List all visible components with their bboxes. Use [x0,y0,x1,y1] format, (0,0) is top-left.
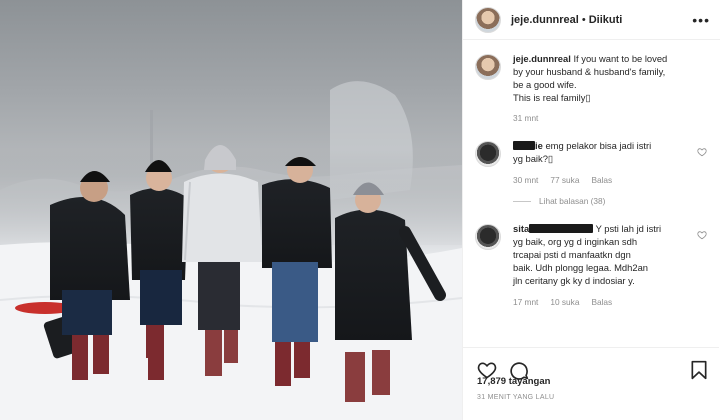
reply-button[interactable]: Balas [591,174,612,187]
reply-button[interactable]: Balas [591,296,612,309]
caption-line: be a good wife. [513,79,577,90]
comment-text: trcapai psti d manfaatkn dgn [513,249,631,260]
comment-text: emg pelakor bisa jadi istri [545,140,652,151]
caption-line: This is real family▯ [513,92,591,103]
comment-likes[interactable]: 10 suka [550,296,579,309]
post-timestamp[interactable]: 31 MENIT YANG LALU [477,394,554,401]
comment-username[interactable]: ie [513,140,543,151]
heart-icon[interactable] [697,230,707,240]
caption-line: by your husband & husband's family, [513,66,666,77]
comment-time[interactable]: 30 mnt [513,174,538,187]
avatar[interactable] [475,54,501,80]
avatar[interactable] [475,141,501,167]
separator-dot: • [581,13,586,26]
redaction-bar [513,141,535,150]
comment-text: jln ceritany gk ky d indosiar y. [513,275,635,286]
comment-username[interactable]: sita [513,223,594,234]
avatar[interactable] [475,6,501,33]
comment-likes[interactable]: 77 suka [550,174,579,187]
list-item: ie emg pelakor bisa jadi istri yg baik?▯… [463,139,719,208]
action-bar [463,347,719,380]
heart-icon[interactable] [697,147,707,157]
avatar[interactable] [475,224,501,250]
comment-text: yg baik?▯ [513,153,554,164]
comment-text: yg baik, org yg d inginkan sdh [513,236,638,247]
view-replies-button[interactable]: Lihat balasan (38) [513,195,709,208]
view-replies-label: Lihat balasan (38) [539,196,606,206]
snow-photo [0,81,462,420]
comments-list[interactable]: jeje.dunnreal If you want to be loved by… [463,52,719,342]
bookmark-icon[interactable] [689,360,709,380]
redaction-bar [529,224,594,233]
caption-username[interactable]: jeje.dunnreal [513,53,571,64]
caption-time[interactable]: 31 mnt [513,112,538,125]
post-header: jeje.dunnreal • Diikuti ••• [463,0,720,40]
post-side-panel: jeje.dunnreal • Diikuti ••• jeje.dunnrea… [462,0,720,420]
view-count[interactable]: 17,879 tayangan [477,376,550,387]
follow-status-button[interactable]: Diikuti [589,14,623,26]
divider [513,201,531,202]
comment-text: Y psti lah jd istri [595,223,662,234]
comment-time[interactable]: 17 mnt [513,296,538,309]
post-media[interactable] [0,0,462,420]
ellipsis-icon[interactable]: ••• [692,12,710,28]
list-item: sita Y psti lah jd istri yg baik, org yg… [463,222,719,309]
comment-text: baik. Udh plongg legaa. Mdh2an [513,262,648,273]
caption: jeje.dunnreal If you want to be loved by… [463,52,719,125]
caption-line: If you want to be loved [573,53,668,64]
header-username[interactable]: jeje.dunnreal [511,14,579,26]
